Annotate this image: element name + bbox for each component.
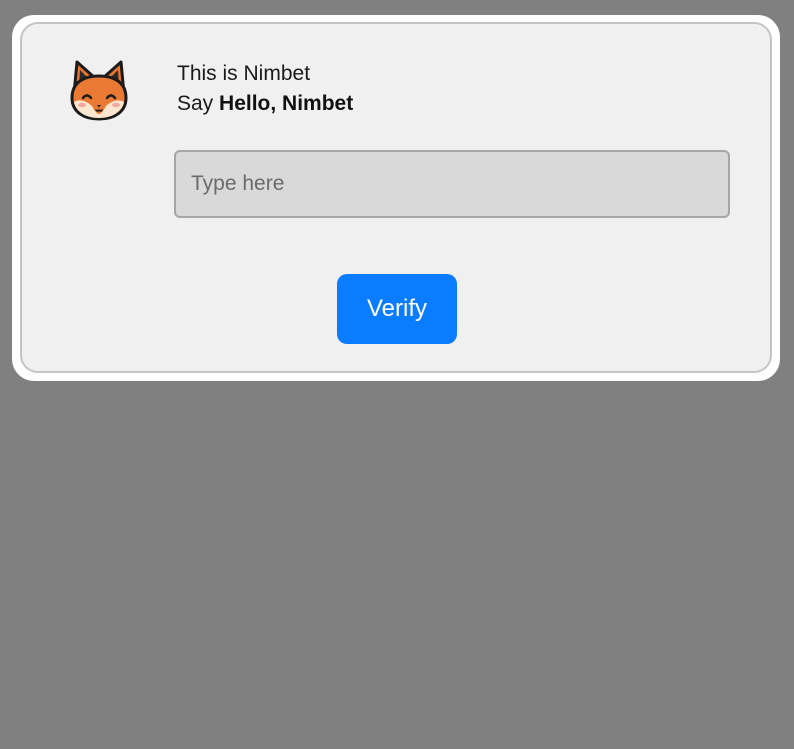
prompt-prefix: Say (177, 92, 214, 115)
verification-card-body: This is Nimbet Say Hello, Nimbet Verify (20, 22, 772, 373)
fox-face-icon (70, 60, 128, 121)
verify-button[interactable]: Verify (337, 274, 457, 344)
instruction-text: This is Nimbet Say Hello, Nimbet (177, 59, 353, 119)
prompt-line: Say Hello, Nimbet (177, 89, 353, 119)
answer-input[interactable] (174, 150, 730, 218)
verification-card: This is Nimbet Say Hello, Nimbet Verify (12, 15, 780, 381)
prompt-phrase: Hello, Nimbet (219, 92, 354, 115)
intro-line: This is Nimbet (177, 62, 311, 85)
